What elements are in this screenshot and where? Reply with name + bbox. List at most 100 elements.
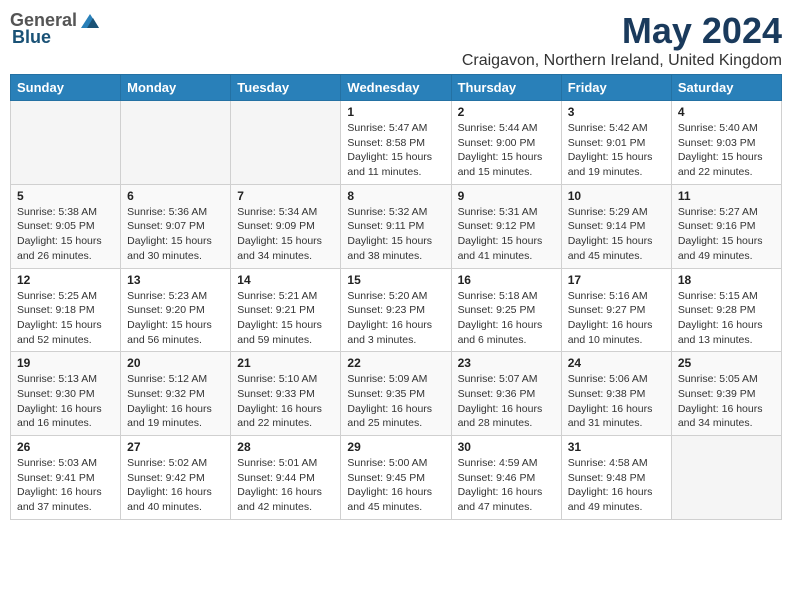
day-content-line: and 19 minutes. [568,166,643,178]
calendar-cell: 13Sunrise: 5:23 AMSunset: 9:20 PMDayligh… [121,268,231,352]
calendar-day-header: Monday [121,75,231,101]
day-content-line: and 11 minutes. [347,166,421,178]
calendar-cell: 24Sunrise: 5:06 AMSunset: 9:38 PMDayligh… [561,352,671,436]
calendar-table: SundayMondayTuesdayWednesdayThursdayFrid… [10,74,782,520]
day-content: Sunrise: 5:31 AMSunset: 9:12 PMDaylight:… [458,205,555,264]
day-content-line: Sunset: 9:11 PM [347,220,424,232]
day-content-line: Sunrise: 5:25 AM [17,290,97,302]
calendar-day-header: Sunday [11,75,121,101]
day-content: Sunrise: 5:21 AMSunset: 9:21 PMDaylight:… [237,289,334,348]
day-content-line: Sunrise: 5:01 AM [237,457,317,469]
day-content-line: Sunset: 9:42 PM [127,472,205,484]
day-number: 6 [127,189,224,203]
day-content-line: Daylight: 15 hours [347,235,432,247]
day-content-line: Sunrise: 5:05 AM [678,373,758,385]
day-content-line: and 38 minutes. [347,250,422,262]
day-number: 27 [127,440,224,454]
day-content-line: Sunrise: 5:27 AM [678,206,758,218]
calendar-cell: 21Sunrise: 5:10 AMSunset: 9:33 PMDayligh… [231,352,341,436]
calendar-cell: 28Sunrise: 5:01 AMSunset: 9:44 PMDayligh… [231,436,341,520]
day-number: 19 [17,356,114,370]
calendar-day-header: Tuesday [231,75,341,101]
day-content-line: Sunrise: 5:42 AM [568,122,648,134]
calendar-cell [231,101,341,185]
day-content-line: Sunset: 9:46 PM [458,472,536,484]
day-number: 11 [678,189,775,203]
calendar-cell: 3Sunrise: 5:42 AMSunset: 9:01 PMDaylight… [561,101,671,185]
day-content-line: and 30 minutes. [127,250,202,262]
day-content-line: Sunrise: 5:15 AM [678,290,758,302]
day-content: Sunrise: 5:10 AMSunset: 9:33 PMDaylight:… [237,372,334,431]
day-content: Sunrise: 4:58 AMSunset: 9:48 PMDaylight:… [568,456,665,515]
day-content-line: and 19 minutes. [127,417,202,429]
day-content: Sunrise: 5:38 AMSunset: 9:05 PMDaylight:… [17,205,114,264]
calendar-cell: 23 Sunrise: 5:07 AMSunset: 9:36 PMDayligh… [451,352,561,436]
day-content-line: Sunrise: 5:10 AM [237,373,317,385]
day-content-line: Daylight: 16 hours [17,403,102,415]
day-number: 22 [347,356,444,370]
day-content-line: Daylight: 15 hours [17,235,102,247]
calendar-cell: 2Sunrise: 5:44 AMSunset: 9:00 PMDaylight… [451,101,561,185]
day-content: Sunrise: 5:03 AMSunset: 9:41 PMDaylight:… [17,456,114,515]
day-content-line: Daylight: 15 hours [237,235,322,247]
day-content-line: Daylight: 15 hours [237,319,322,331]
calendar-cell: 20Sunrise: 5:12 AMSunset: 9:32 PMDayligh… [121,352,231,436]
day-content-line: Sunset: 9:01 PM [568,137,646,149]
day-number: 4 [678,105,775,119]
day-content-line: Daylight: 16 hours [458,486,543,498]
day-content-line: Sunrise: 5:40 AM [678,122,758,134]
day-content-line: Sunrise: 5:47 AM [347,122,427,134]
day-content-line: Daylight: 16 hours [458,403,543,415]
day-content-line: Sunrise: 5:29 AM [568,206,648,218]
day-content-line: and 52 minutes. [17,334,92,346]
calendar-cell: 5 Sunrise: 5:38 AMSunset: 9:05 PMDaylight… [11,184,121,268]
calendar-cell: 15Sunrise: 5:20 AMSunset: 9:23 PMDayligh… [341,268,451,352]
calendar-cell: 6 Sunrise: 5:36 AMSunset: 9:07 PMDaylight… [121,184,231,268]
calendar-cell: 16Sunrise: 5:18 AMSunset: 9:25 PMDayligh… [451,268,561,352]
day-content-line: Sunrise: 5:09 AM [347,373,427,385]
day-content-line: and 56 minutes. [127,334,202,346]
day-content: Sunrise: 5:07 AMSunset: 9:36 PMDaylight:… [458,372,555,431]
day-number: 5 [17,189,114,203]
calendar-week-row: 5 Sunrise: 5:38 AMSunset: 9:05 PMDaylight… [11,184,782,268]
day-content-line: Sunrise: 5:32 AM [347,206,427,218]
day-number: 14 [237,273,334,287]
day-content-line: Sunrise: 4:59 AM [458,457,538,469]
day-content-line: and 40 minutes. [127,501,202,513]
day-content-line: and 25 minutes. [347,417,422,429]
day-content-line: Sunrise: 5:18 AM [458,290,538,302]
day-content-line: and 49 minutes. [568,501,643,513]
day-content-line: Sunset: 9:12 PM [458,220,536,232]
calendar-cell: 1Sunrise: 5:47 AMSunset: 8:58 PMDaylight… [341,101,451,185]
day-content-line: Sunrise: 5:34 AM [237,206,317,218]
day-content-line: Sunrise: 5:36 AM [127,206,207,218]
day-number: 23 [458,356,555,370]
calendar-week-row: 19Sunrise: 5:13 AMSunset: 9:30 PMDayligh… [11,352,782,436]
day-content-line: Daylight: 16 hours [347,319,432,331]
logo-icon [79,12,101,30]
day-content: Sunrise: 5:25 AMSunset: 9:18 PMDaylight:… [17,289,114,348]
day-content-line: Sunset: 9:25 PM [458,304,536,316]
day-content-line: and 41 minutes. [458,250,533,262]
day-content-line: Daylight: 15 hours [568,235,653,247]
calendar-cell: 29Sunrise: 5:00 AMSunset: 9:45 PMDayligh… [341,436,451,520]
day-content-line: Daylight: 15 hours [458,235,543,247]
day-content: Sunrise: 5:02 AMSunset: 9:42 PMDaylight:… [127,456,224,515]
day-content-line: Sunrise: 4:58 AM [568,457,648,469]
day-content-line: Sunset: 9:36 PM [458,388,536,400]
day-number: 7 [237,189,334,203]
calendar-cell: 12Sunrise: 5:25 AMSunset: 9:18 PMDayligh… [11,268,121,352]
calendar-cell: 25Sunrise: 5:05 AMSunset: 9:39 PMDayligh… [671,352,781,436]
day-number: 24 [568,356,665,370]
day-content: Sunrise: 5:05 AMSunset: 9:39 PMDaylight:… [678,372,775,431]
calendar-cell: 19Sunrise: 5:13 AMSunset: 9:30 PMDayligh… [11,352,121,436]
day-content: Sunrise: 5:36 AMSunset: 9:07 PMDaylight:… [127,205,224,264]
day-content: Sunrise: 5:23 AMSunset: 9:20 PMDaylight:… [127,289,224,348]
day-content-line: Daylight: 15 hours [17,319,102,331]
calendar-cell: 10Sunrise: 5:29 AMSunset: 9:14 PMDayligh… [561,184,671,268]
logo: General Blue [10,10,101,48]
day-content-line: Daylight: 16 hours [568,486,653,498]
day-content: Sunrise: 5:32 AM Sunset: 9:11 PM Daylight:… [347,205,444,264]
day-content-line: Daylight: 16 hours [237,403,322,415]
day-content-line: Daylight: 15 hours [458,151,543,163]
